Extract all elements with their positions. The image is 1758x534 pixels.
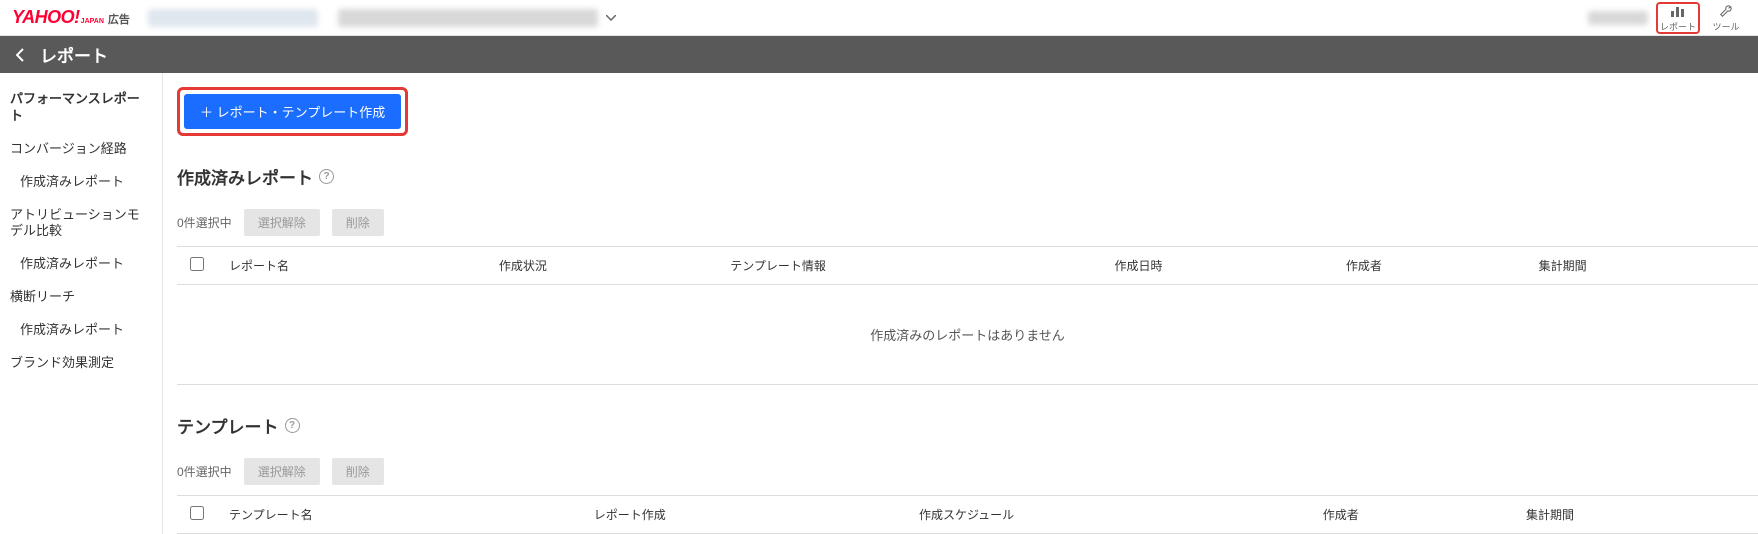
- sidebar-item-0[interactable]: パフォーマンスレポート: [0, 83, 162, 133]
- logo-yahoo-text: YAHOO!: [12, 7, 80, 28]
- sidebar-item-5[interactable]: 横断リーチ: [0, 281, 162, 314]
- templates-controls: 0件選択中 選択解除 削除: [177, 458, 1758, 485]
- sidebar-item-4[interactable]: 作成済みレポート: [0, 248, 162, 281]
- templates-delete-button[interactable]: 削除: [332, 458, 384, 485]
- templates-col-2[interactable]: 作成スケジュール: [907, 496, 1311, 534]
- reports-col-1[interactable]: 作成状況: [487, 247, 718, 285]
- report-nav-label: レポート: [1660, 20, 1696, 33]
- sidebar-item-6[interactable]: 作成済みレポート: [0, 314, 162, 347]
- templates-section: テンプレート ? 0件選択中 選択解除 削除 テンプレート名レポート作成作成スケ…: [163, 413, 1758, 534]
- sidebar-item-2[interactable]: 作成済みレポート: [0, 166, 162, 199]
- reports-empty-message: 作成済みのレポートはありません: [177, 285, 1758, 385]
- reports-col-2[interactable]: テンプレート情報: [718, 247, 1102, 285]
- sidebar-item-3[interactable]: アトリビューションモデル比較: [0, 199, 162, 249]
- sidebar: パフォーマンスレポートコンバージョン経路作成済みレポートアトリビューションモデル…: [0, 73, 163, 534]
- reports-delete-button[interactable]: 削除: [332, 209, 384, 236]
- reports-table: レポート名作成状況テンプレート情報作成日時作成者集計期間 作成済みのレポートはあ…: [177, 246, 1758, 385]
- account-selector-blurred[interactable]: [338, 9, 598, 27]
- templates-select-all-checkbox[interactable]: [190, 506, 204, 520]
- report-nav-button[interactable]: レポート: [1656, 2, 1700, 34]
- user-name-blurred: [1588, 11, 1648, 25]
- reports-controls: 0件選択中 選択解除 削除: [177, 209, 1758, 236]
- page-title-bar: レポート: [0, 36, 1758, 73]
- templates-table: テンプレート名レポート作成作成スケジュール作成者集計期間: [177, 495, 1758, 534]
- logo-japan-text: JAPAN: [81, 18, 104, 25]
- create-report-template-button[interactable]: ＋ レポート・テンプレート作成: [184, 94, 401, 129]
- reports-select-all-checkbox[interactable]: [190, 257, 204, 271]
- templates-clear-selection-button[interactable]: 選択解除: [244, 458, 320, 485]
- templates-col-3[interactable]: 作成者: [1311, 496, 1514, 534]
- wrench-icon: [1718, 4, 1734, 20]
- templates-header-checkbox-cell: [177, 496, 217, 534]
- page-title: レポート: [40, 42, 108, 67]
- tool-nav-button[interactable]: ツール: [1704, 2, 1748, 34]
- bar-chart-icon: [1670, 4, 1686, 20]
- sidebar-item-7[interactable]: ブランド効果測定: [0, 347, 162, 380]
- reports-section: 作成済みレポート ? 0件選択中 選択解除 削除 レポート名作成状況テンプレート…: [163, 164, 1758, 385]
- templates-col-0[interactable]: テンプレート名: [217, 496, 582, 534]
- reports-section-title: 作成済みレポート: [177, 164, 313, 189]
- yahoo-ads-logo[interactable]: YAHOO! JAPAN 広告: [12, 7, 130, 29]
- create-button-highlight: ＋ レポート・テンプレート作成: [177, 87, 408, 136]
- top-header: YAHOO! JAPAN 広告 レポート ツール: [0, 0, 1758, 36]
- reports-clear-selection-button[interactable]: 選択解除: [244, 209, 320, 236]
- reports-selected-count: 0件選択中: [177, 214, 232, 231]
- reports-col-0[interactable]: レポート名: [217, 247, 487, 285]
- templates-col-1[interactable]: レポート作成: [582, 496, 907, 534]
- reports-col-5[interactable]: 集計期間: [1527, 247, 1758, 285]
- sidebar-item-1[interactable]: コンバージョン経路: [0, 133, 162, 166]
- templates-selected-count: 0件選択中: [177, 463, 232, 480]
- reports-empty-row: 作成済みのレポートはありません: [177, 285, 1758, 385]
- tool-nav-label: ツール: [1712, 20, 1739, 33]
- main-content: ＋ レポート・テンプレート作成 作成済みレポート ? 0件選択中 選択解除 削除…: [163, 73, 1758, 534]
- reports-header-checkbox-cell: [177, 247, 217, 285]
- help-icon[interactable]: ?: [285, 418, 300, 433]
- logo-ad-text: 広告: [108, 11, 130, 27]
- reports-col-3[interactable]: 作成日時: [1103, 247, 1334, 285]
- reports-col-4[interactable]: 作成者: [1334, 247, 1527, 285]
- back-chevron-icon[interactable]: [12, 47, 28, 63]
- templates-section-title: テンプレート: [177, 413, 279, 438]
- chevron-down-icon[interactable]: [606, 12, 616, 24]
- help-icon[interactable]: ?: [319, 169, 334, 184]
- breadcrumb-blurred: [148, 9, 318, 27]
- templates-col-4[interactable]: 集計期間: [1514, 496, 1758, 534]
